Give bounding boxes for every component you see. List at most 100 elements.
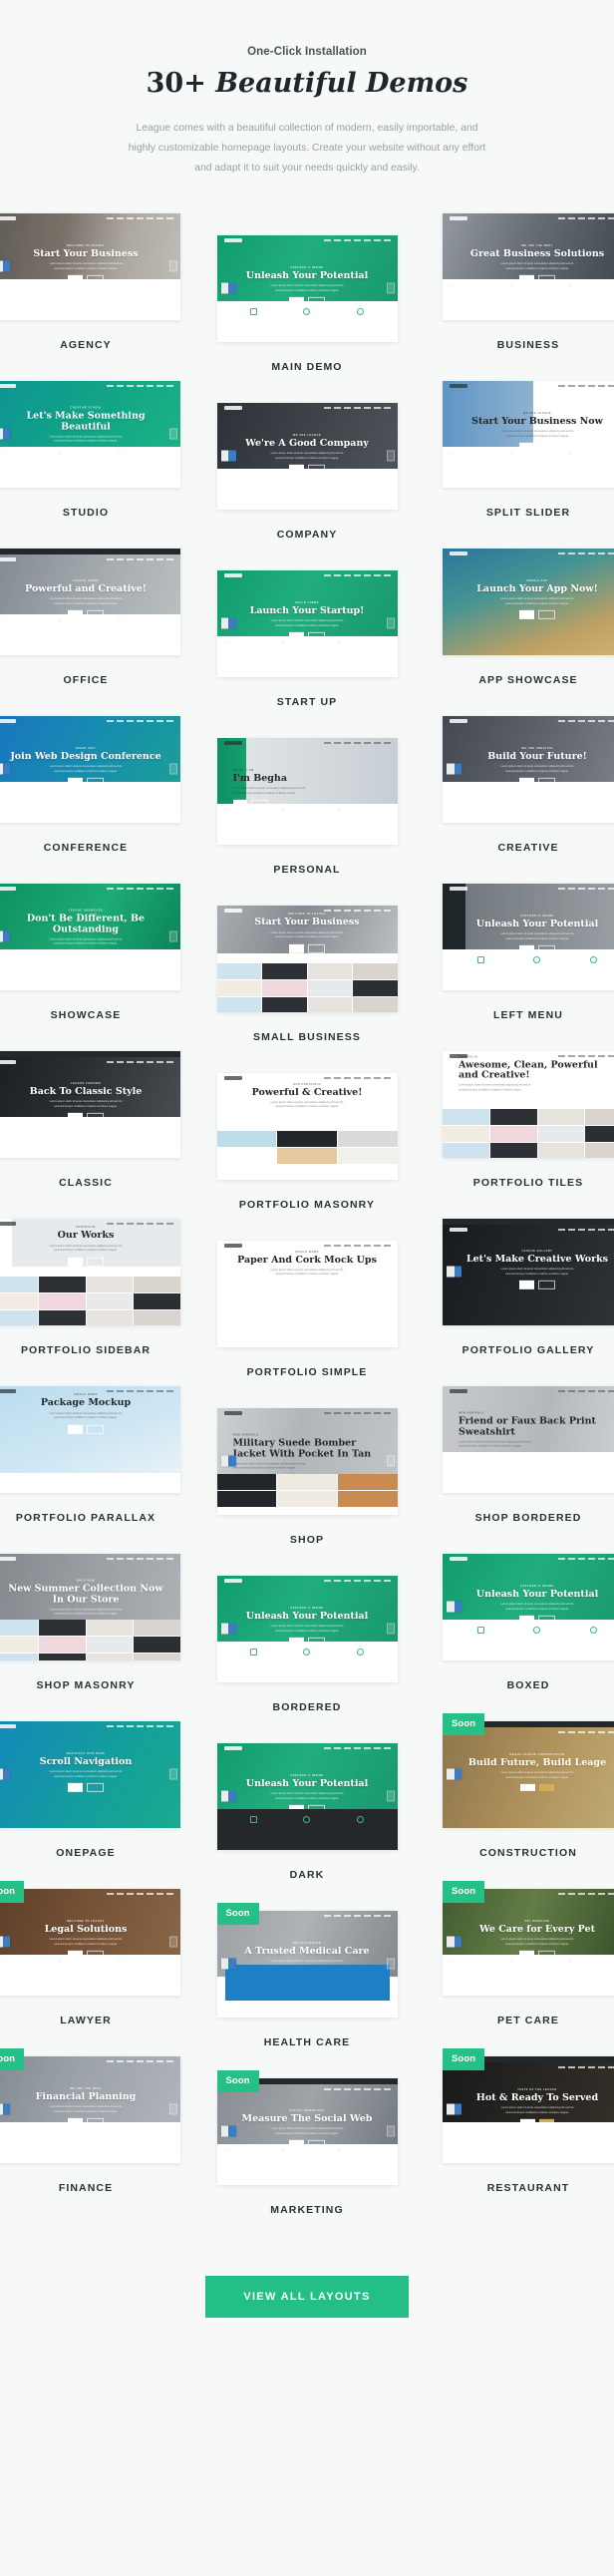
thumb-nav-link: [353, 1747, 361, 1750]
demo-card-portfolio-sidebar[interactable]: Portfolio Our Works Lorem ipsum dolor sit …: [0, 1218, 180, 1356]
demo-thumbnail[interactable]: Welcome To League Start Your Business Lore…: [216, 905, 398, 1012]
demo-thumbnail[interactable]: Shop Now New Summer Collection Now In Our…: [0, 1553, 180, 1660]
demo-thumbnail[interactable]: Taste Of The League Hot & Ready To Served…: [443, 2055, 614, 2163]
demo-card-classic[interactable]: League Fashion Back To Classic Style Lorem…: [0, 1050, 180, 1189]
demo-thumbnail[interactable]: League Theme Powerful and Creative! Lorem …: [0, 548, 180, 655]
demo-card-studio[interactable]: Creative Studio Let's Make Something Beau…: [0, 380, 180, 519]
demo-thumbnail[interactable]: We Are The Best Financial Planning Lorem i…: [0, 2055, 180, 2163]
demo-card-bordered[interactable]: Explore It Inside Unleash Your Potential L…: [216, 1575, 398, 1713]
demo-thumbnail[interactable]: Health Center A Trusted Medical Care Lorem…: [216, 1910, 398, 2018]
demo-thumbnail[interactable]: League Fashion Back To Classic Style Lorem…: [0, 1050, 180, 1158]
demo-card-portfolio-masonry[interactable]: Our Portfolio Powerful & Creative! Lorem i…: [216, 1072, 398, 1211]
thumb-title: [443, 1457, 614, 1468]
thumb-subtext: Lorem ipsum dolor sit amet consectetur a…: [500, 1770, 574, 1779]
demo-card-app-showcase[interactable]: Mobile App Launch Your App Now! Lorem ipsu…: [443, 548, 614, 686]
demo-card-portfolio-gallery[interactable]: League Gallery Let's Make Creative Works L…: [443, 1218, 614, 1356]
demo-card-agency[interactable]: Welcome To League Start Your Business Lore…: [0, 212, 180, 351]
thumb-kicker: League Gallery: [521, 1249, 553, 1253]
demo-thumbnail[interactable]: Explore It Inside Unleash Your Potential L…: [443, 883, 614, 990]
demo-card-small-business[interactable]: Welcome To League Start Your Business Lore…: [216, 905, 398, 1043]
demo-thumbnail[interactable]: League Showcase Don't Be Different, Be Ou…: [0, 883, 180, 990]
demo-card-personal[interactable]: Hello, I am I'm Begha Lorem ipsum dolor si…: [216, 737, 398, 876]
demo-card-lawyer[interactable]: Soon Welcome To LeagueLegal Solutions Lore…: [0, 1880, 180, 2026]
demo-thumbnail[interactable]: Hello, I am I'm Begha Lorem ipsum dolor si…: [216, 737, 398, 845]
thumb-col-heading: [569, 1964, 614, 1968]
demo-card-dark[interactable]: Explore It Inside Unleash Your Potential L…: [216, 1742, 398, 1881]
thumb-nav-links: [107, 1223, 173, 1226]
demo-thumbnail[interactable]: Welcome To League Legal Solutions Lorem ip…: [0, 1888, 180, 1996]
demo-thumbnail[interactable]: Single Work Paper And Cork Mock Ups Lorem …: [216, 1240, 398, 1347]
demo-card-business[interactable]: We Are The Best Great Business Solutions L…: [443, 212, 614, 351]
demo-thumbnail[interactable]: Welcome To League Start Your Business Lore…: [0, 212, 180, 320]
demo-thumbnail[interactable]: New Arrivals Military Suede Bomber Jacket…: [216, 1407, 398, 1515]
demo-card-construction[interactable]: Soon Begha League Construction Build Futur…: [443, 1712, 614, 1859]
demo-thumbnail[interactable]: We Are Creative Build Your Future! Lorem i…: [443, 715, 614, 823]
demo-card-marketing[interactable]: Soon Digital Marketing Measure The Social …: [216, 2069, 398, 2216]
demo-thumbnail[interactable]: Explore It Inside Unleash Your Potential L…: [216, 1575, 398, 1682]
thumb-feature-label: [227, 1826, 280, 1828]
demo-thumbnail[interactable]: Portfolio Our Works Lorem ipsum dolor sit …: [0, 1218, 180, 1325]
demo-thumbnail[interactable]: Mobile App Launch Your App Now! Lorem ipsu…: [443, 548, 614, 655]
thumb-navbar: [443, 1225, 614, 1236]
thumb-col-num: 01: [0, 452, 2, 455]
thumb-centered-block: [0, 1119, 180, 1140]
demo-thumbnail[interactable]: Creative Studio Let's Make Something Beau…: [0, 380, 180, 488]
demo-thumbnail[interactable]: Explore It Inside Unleash Your Potential L…: [216, 1742, 398, 1850]
demo-card-company[interactable]: We Are League We're A Good Company Lorem i…: [216, 402, 398, 541]
demo-thumbnail[interactable]: Our Portfolio Powerful & Creative! Lorem i…: [216, 1072, 398, 1180]
demo-card-main-demo[interactable]: Explore It Inside Unleash Your Potential L…: [216, 234, 398, 373]
thumb-nav-link: [166, 558, 173, 561]
demo-thumbnail[interactable]: We Are League Start Your Business Now Lore…: [443, 380, 614, 488]
demo-thumbnail[interactable]: Portfolio Awesome, Clean, Powerful and Cr…: [443, 1050, 614, 1158]
demo-thumbnail[interactable]: Single Work Package Mockup Lorem ipsum dol…: [0, 1385, 180, 1493]
demo-thumbnail[interactable]: Hello There Launch Your Startup! Lorem ips…: [216, 569, 398, 677]
demo-card-split-slider[interactable]: We Are League Start Your Business Now Lore…: [443, 380, 614, 519]
demo-thumbnail[interactable]: Digital Marketing Measure The Social Web L…: [216, 2077, 398, 2185]
demo-card-onepage[interactable]: Beautiful Site Page Scroll Navigation Lore…: [0, 1720, 180, 1859]
demo-card-shop-masonry[interactable]: Shop Now New Summer Collection Now In Our…: [0, 1553, 180, 1691]
demo-card-portfolio-tiles[interactable]: Portfolio Awesome, Clean, Powerful and Cr…: [443, 1050, 614, 1189]
demo-thumbnail[interactable]: We Are The Best Great Business Solutions L…: [443, 212, 614, 320]
demo-thumbnail[interactable]: New Arrivals Friend or Faux Back Print Sw…: [443, 1385, 614, 1493]
thumb-tile: [216, 1490, 277, 1507]
thumb-nav-link: [107, 2060, 114, 2063]
thumb-column: 03: [338, 810, 390, 831]
demo-card-pet-care[interactable]: Soon Pet Services We Care for Every Pet Lor…: [443, 1880, 614, 2026]
demo-label: MAIN DEMO: [271, 360, 343, 373]
thumb-tile: [307, 997, 352, 1012]
thumb-headline: Legal Solutions: [44, 1923, 128, 1935]
demo-card-boxed[interactable]: Explore It Inside Unleash Your Potential L…: [443, 1553, 614, 1691]
demo-card-shop[interactable]: New Arrivals Military Suede Bomber Jacket…: [216, 1407, 398, 1546]
thumb-content-strip: 01 02 03: [443, 446, 614, 488]
thumb-nav-link: [598, 2066, 605, 2069]
thumb-tile: [216, 980, 261, 997]
demo-thumbnail[interactable]: Beautiful Site Page Scroll Navigation Lore…: [0, 1720, 180, 1828]
demo-card-office[interactable]: League Theme Powerful and Creative! Lorem …: [0, 548, 180, 686]
demo-label: PORTFOLIO PARALLAX: [15, 1511, 156, 1524]
demo-card-portfolio-parallax[interactable]: Single Work Package Mockup Lorem ipsum dol…: [0, 1385, 180, 1524]
thumb-nav-link: [156, 1558, 163, 1561]
thumb-col-body: [281, 2159, 333, 2170]
thumb-headline: Launch Your Startup!: [249, 604, 365, 616]
demo-card-restaurant[interactable]: Soon Taste Of The League Hot & Ready To Se…: [443, 2047, 614, 2194]
demo-thumbnail[interactable]: League Gallery Let's Make Creative Works L…: [443, 1218, 614, 1325]
demo-thumbnail[interactable]: We Are League We're A Good Company Lorem i…: [216, 402, 398, 510]
demo-card-start-up[interactable]: Hello There Launch Your Startup! Lorem ips…: [216, 569, 398, 708]
demo-card-showcase[interactable]: League Showcase Don't Be Different, Be Ou…: [0, 883, 180, 1021]
demo-card-shop-bordered[interactable]: New Arrivals Friend or Faux Back Print Sw…: [443, 1385, 614, 1524]
demo-card-health-care[interactable]: Soon Health Center A Trusted Medical Care L…: [216, 1902, 398, 2048]
demo-thumbnail[interactable]: Begha League Construction Build Future, B…: [443, 1720, 614, 1828]
demo-thumbnail[interactable]: Explore It Inside Unleash Your Potential L…: [216, 234, 398, 342]
demo-card-portfolio-simple[interactable]: Single Work Paper And Cork Mock Ups Lorem …: [216, 1240, 398, 1378]
demo-thumbnail[interactable]: Pet Services We Care for Every Pet Lorem i…: [443, 1888, 614, 1996]
thumb-buttons: [231, 943, 384, 953]
demo-card-conference[interactable]: Event 2017 Join Web Design Conference Lore…: [0, 715, 180, 854]
thumb-logo: [0, 1557, 16, 1562]
view-all-layouts-button[interactable]: VIEW ALL LAYOUTS: [205, 2275, 409, 2318]
demo-card-left-menu[interactable]: Explore It Inside Unleash Your Potential L…: [443, 883, 614, 1021]
thumb-tile: [443, 1126, 489, 1143]
demo-card-finance[interactable]: Soon We Are The BestFinancial Planning Lor…: [0, 2047, 180, 2194]
demo-thumbnail[interactable]: Explore It Inside Unleash Your Potential L…: [443, 1553, 614, 1660]
demo-thumbnail[interactable]: Event 2017 Join Web Design Conference Lore…: [0, 715, 180, 823]
demo-card-creative[interactable]: We Are Creative Build Your Future! Lorem i…: [443, 715, 614, 854]
